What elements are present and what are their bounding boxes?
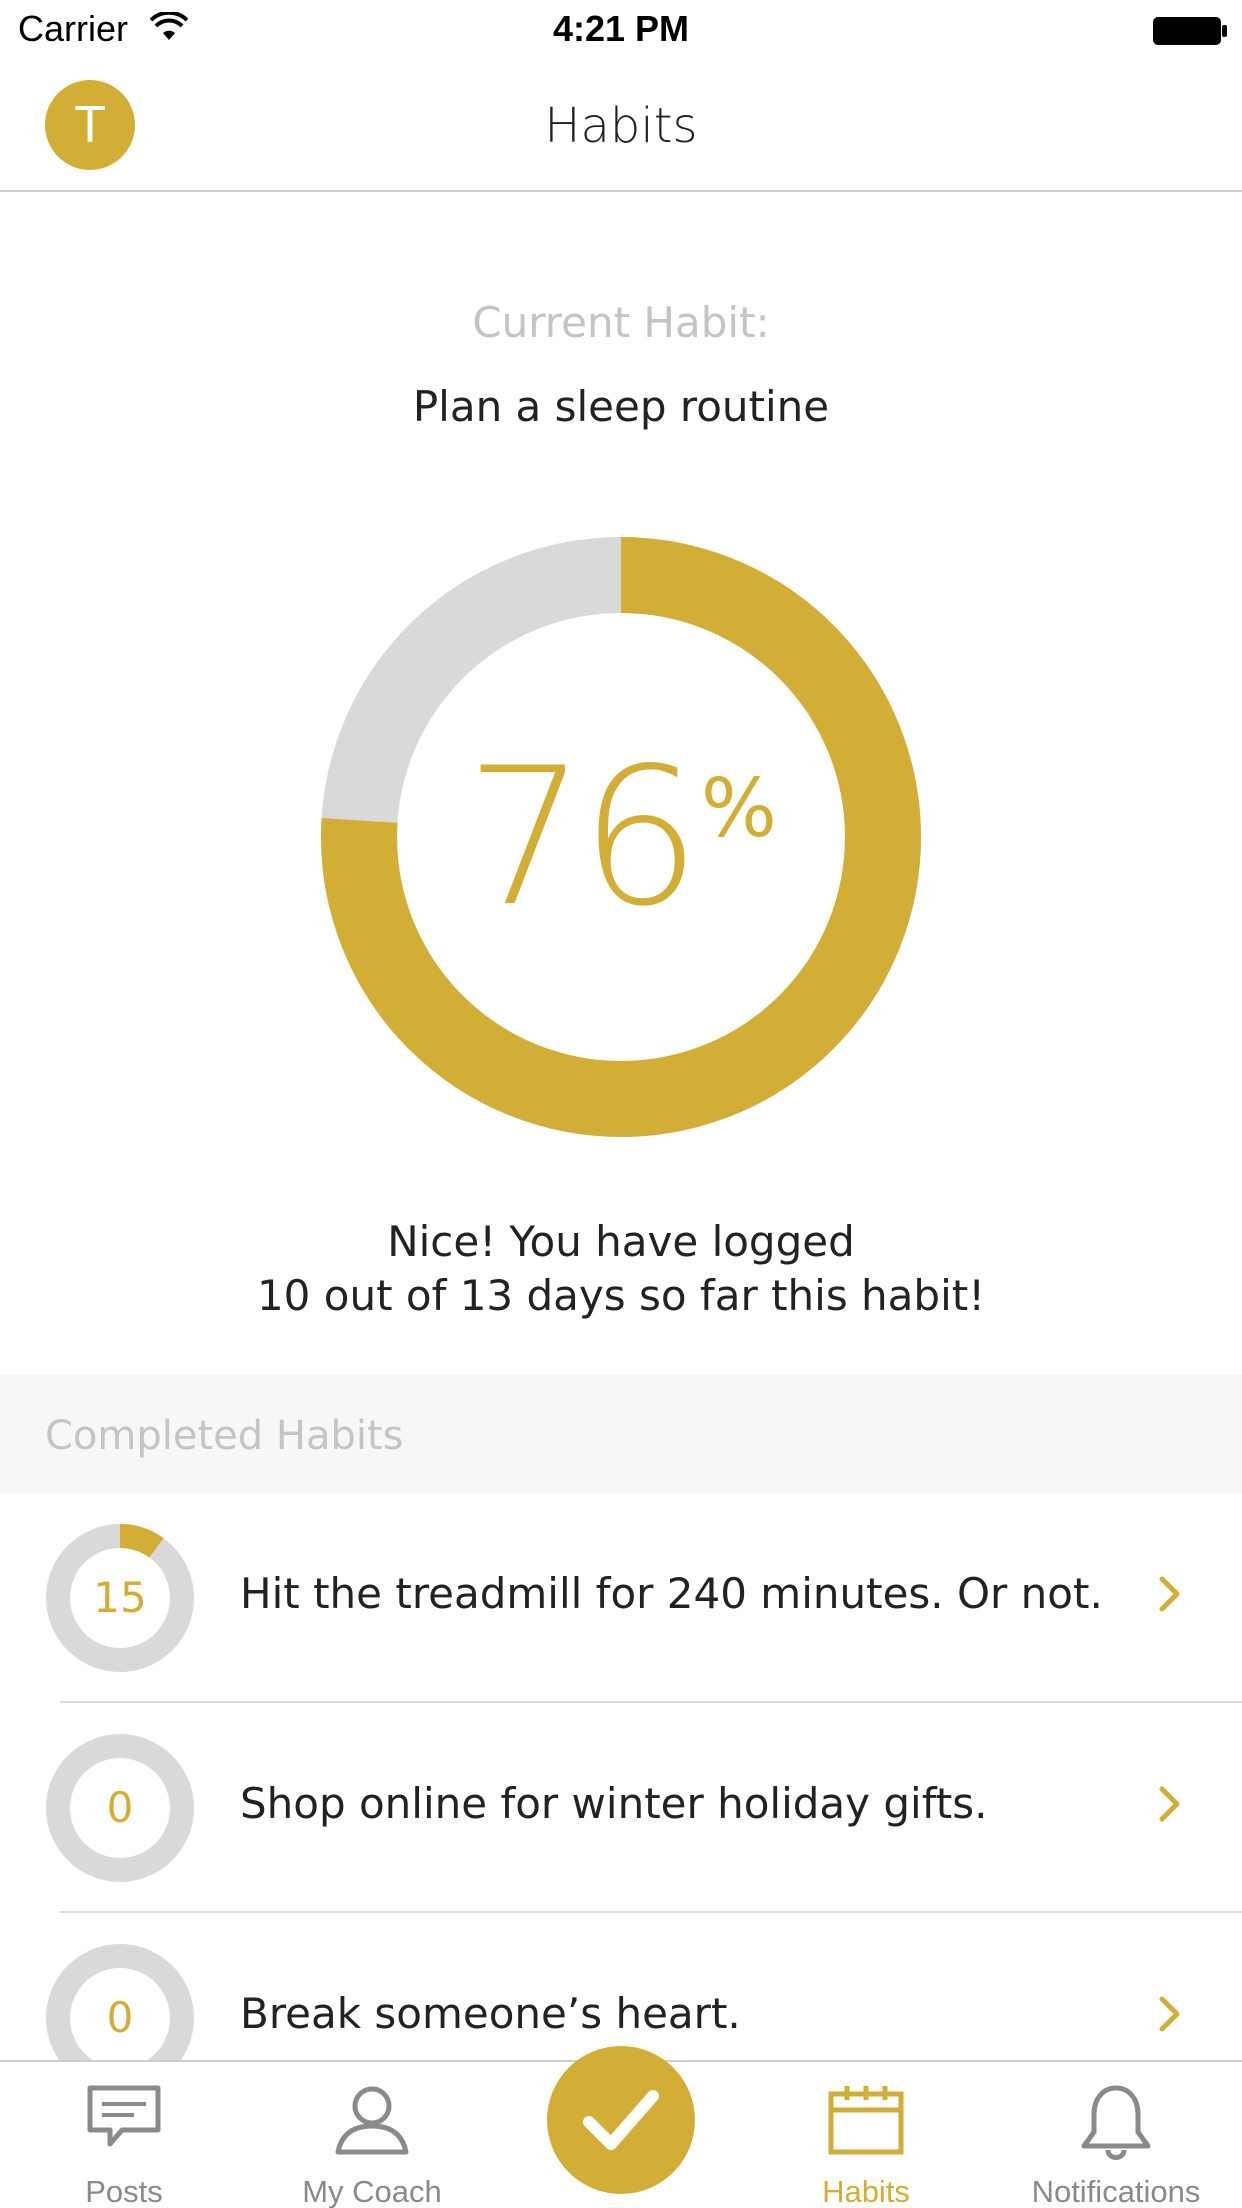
calendar-icon [828,2086,904,2155]
percent-sign: % [700,762,777,855]
chevron-right-icon [1158,1785,1182,1828]
tab-notifications[interactable]: Notifications [1010,2062,1222,2208]
status-time: 4:21 PM [552,8,690,49]
tab-my-coach[interactable]: My Coach [286,2062,458,2208]
person-icon [335,2086,409,2155]
progress-ring: 76 % [321,537,921,1137]
summary-line-2: 10 out of 13 days so far this habit! [256,1271,986,1320]
habit-title: Hit the treadmill for 240 minutes. Or no… [240,1569,1103,1618]
chat-icon [87,2085,161,2147]
nav-bar: T Habits [0,60,1242,192]
tab-habits[interactable]: Habits [780,2062,952,2208]
chevron-right-icon [1158,1575,1182,1618]
page-title: Habits [544,98,698,154]
habit-title: Shop online for winter holiday gifts. [240,1779,988,1828]
current-habit-label: Current Habit: [472,298,770,347]
bell-icon [1081,2085,1151,2160]
battery-icon [1152,14,1228,53]
percent-value: 76 [465,726,701,948]
tab-label: Habits [822,2174,910,2208]
tab-label: My Coach [302,2174,442,2208]
completed-habits-header: Completed Habits [0,1375,1242,1493]
list-item[interactable]: 0 Shop online for winter holiday gifts. [0,1703,1242,1913]
tab-label: Notifications [1031,2174,1201,2208]
tab-label: Posts [85,2174,163,2208]
checkmark-icon [583,2090,659,2150]
current-habit-name: Plan a sleep routine [412,382,830,431]
chevron-right-icon [1158,1995,1182,2038]
habit-count: 0 [106,1783,134,1832]
tab-posts[interactable]: Posts [38,2062,210,2208]
percent-display: 76 % [321,537,921,1137]
habit-title: Break someone’s heart. [240,1989,741,2038]
completed-habits-title: Completed Habits [45,1413,404,1459]
habit-count: 15 [93,1573,147,1622]
log-habit-button[interactable] [547,2046,695,2194]
habit-summary: Nice! You have logged 10 out of 13 days … [0,1215,1242,1323]
summary-line-1: Nice! You have logged [387,1217,855,1266]
list-item[interactable]: 15 Hit the treadmill for 240 minutes. Or… [0,1493,1242,1703]
status-bar: Carrier 4:21 PM [0,0,1242,60]
